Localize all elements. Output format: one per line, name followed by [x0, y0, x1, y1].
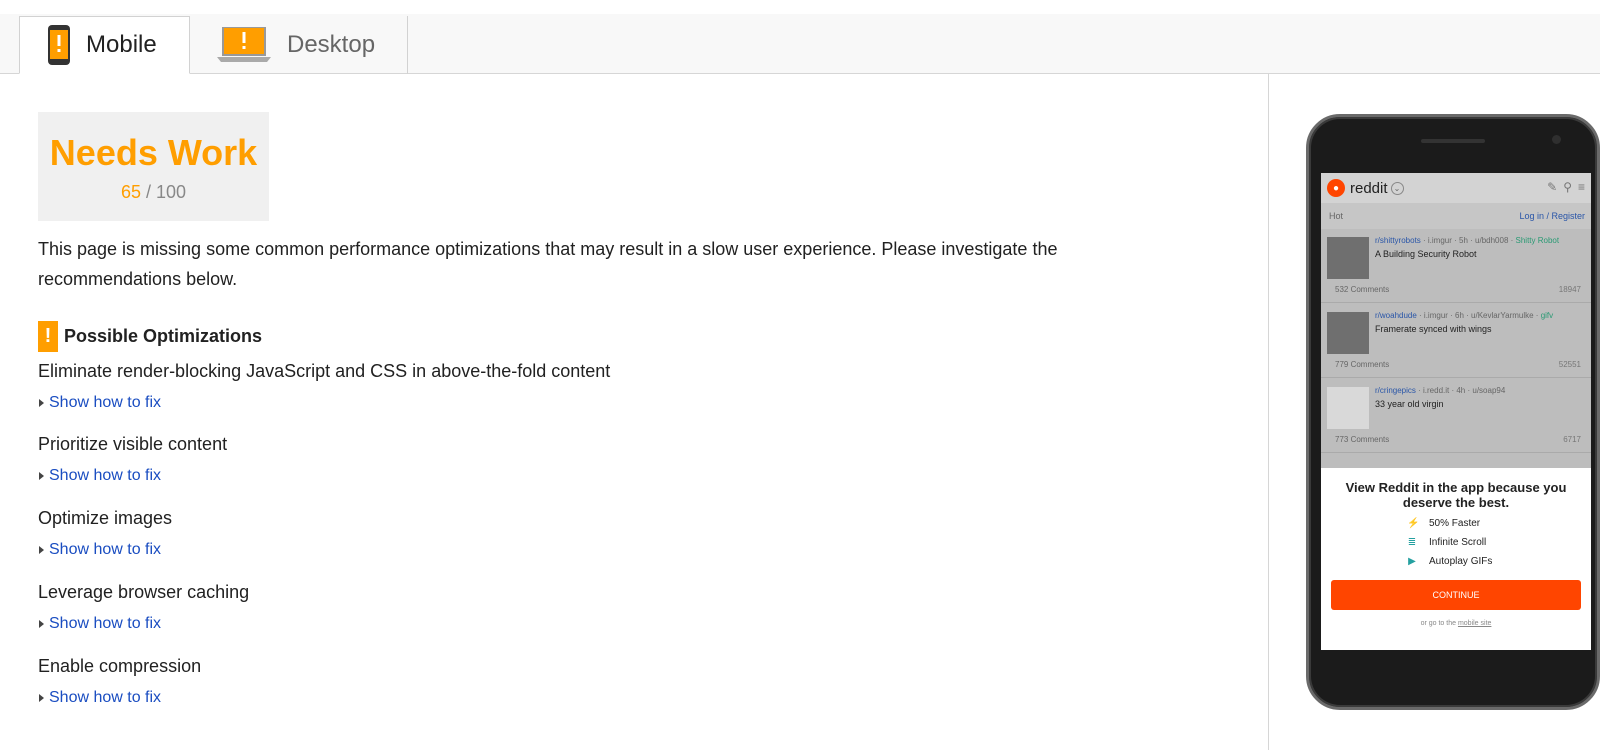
tab-desktop-label: Desktop: [287, 31, 376, 58]
post-thumbnail: [1327, 237, 1369, 279]
link-label: Show how to fix: [49, 394, 162, 411]
app-promo: View Reddit in the app because you deser…: [1321, 468, 1591, 650]
reddit-post: r/cringepics · i.redd.it · 4h · u/soap94…: [1321, 379, 1591, 453]
goto-mobile-site: or go to the mobile site: [1420, 620, 1492, 627]
reddit-name: reddit: [1350, 179, 1388, 197]
post-thumbnail: [1327, 387, 1369, 429]
post-comments: 532 Comments: [1335, 285, 1390, 294]
play-icon: ▶: [1408, 556, 1416, 567]
phone-screen: ● reddit ⌄ ✎ ⚲ ≡ Hot Log in / Register r…: [1321, 173, 1591, 650]
section-header: ! Possible Optimizations: [38, 321, 262, 352]
show-how-to-fix-link[interactable]: Show how to fix: [39, 689, 161, 707]
chevron-down-icon: ⌄: [1390, 181, 1404, 195]
phone-camera: [1552, 135, 1561, 144]
link-label: Show how to fix: [49, 541, 162, 558]
device-tabbar: Mobile Desktop: [0, 14, 1600, 74]
menu-icon: ≡: [1577, 180, 1585, 194]
expand-triangle-icon: [39, 472, 44, 480]
post-comments: 779 Comments: [1335, 360, 1390, 369]
post-meta: r/woahdude · i.imgur · 6h · u/KevlarYarm…: [1375, 311, 1554, 320]
bolt-icon: ⚡: [1407, 518, 1420, 529]
laptop-icon: [217, 27, 271, 62]
score-max: 100: [156, 182, 187, 202]
link-label: Show how to fix: [49, 467, 162, 484]
reddit-header-icons: ✎ ⚲ ≡: [1547, 180, 1585, 194]
promo-heading: View Reddit in the app because you deser…: [1345, 480, 1567, 510]
continue-button[interactable]: CONTINUE: [1331, 580, 1581, 610]
mobile-site-link[interactable]: mobile site: [1458, 620, 1491, 627]
warning-icon: !: [38, 321, 58, 352]
show-how-to-fix-link[interactable]: Show how to fix: [39, 394, 161, 412]
section-title: Possible Optimizations: [64, 326, 263, 346]
score-description: This page is missing some common perform…: [38, 239, 1058, 289]
phone-speaker: [1421, 139, 1485, 143]
link-label: Show how to fix: [49, 689, 162, 706]
expand-triangle-icon: [39, 399, 44, 407]
feature-item: ▶ Autoplay GIFs: [1408, 556, 1493, 567]
link-label: Show how to fix: [49, 615, 162, 632]
search-icon: ⚲: [1563, 180, 1572, 194]
phone-preview: ● reddit ⌄ ✎ ⚲ ≡ Hot Log in / Register r…: [1306, 114, 1600, 710]
post-votes: 18947: [1558, 285, 1581, 294]
show-how-to-fix-link[interactable]: Show how to fix: [39, 615, 161, 633]
score-box: Needs Work 65 / 100: [38, 112, 269, 221]
login-link: Log in / Register: [1519, 211, 1585, 221]
score-numbers: 65 / 100: [38, 182, 269, 203]
show-how-to-fix-link[interactable]: Show how to fix: [39, 467, 161, 485]
show-how-to-fix-link[interactable]: Show how to fix: [39, 541, 161, 559]
post-title: 33 year old virgin: [1375, 399, 1444, 409]
optimization-title: Prioritize visible content: [38, 434, 228, 454]
post-votes: 52551: [1558, 360, 1581, 369]
optimization-title: Optimize images: [38, 508, 173, 528]
reddit-logo-icon: ●: [1327, 179, 1345, 197]
feature-item: ≣ Infinite Scroll: [1407, 537, 1487, 548]
pencil-icon: ✎: [1547, 180, 1558, 194]
list-icon: ≣: [1407, 537, 1417, 548]
panel-divider: [1268, 74, 1269, 750]
tab-mobile-label: Mobile: [86, 31, 157, 58]
feature-item: ⚡ 50% Faster: [1407, 518, 1481, 529]
expand-triangle-icon: [39, 546, 44, 554]
post-title: Framerate synced with wings: [1375, 324, 1492, 334]
post-title: A Building Security Robot: [1375, 249, 1477, 259]
score-separator: /: [145, 182, 151, 202]
optimization-title: Enable compression: [38, 656, 202, 676]
post-thumbnail: [1327, 312, 1369, 354]
score-verdict: Needs Work: [49, 132, 258, 173]
post-meta: r/shittyrobots · i.imgur · 5h · u/bdh008…: [1375, 236, 1560, 245]
tab-desktop[interactable]: Desktop: [190, 16, 408, 74]
tab-mobile[interactable]: Mobile: [19, 16, 190, 74]
score-value: 65: [120, 182, 141, 202]
post-meta: r/cringepics · i.redd.it · 4h · u/soap94: [1375, 386, 1506, 395]
reddit-header: ● reddit ⌄ ✎ ⚲ ≡: [1321, 173, 1591, 203]
expand-triangle-icon: [39, 694, 44, 702]
expand-triangle-icon: [39, 620, 44, 628]
post-votes: 6717: [1563, 435, 1581, 444]
reddit-subbar: Hot Log in / Register: [1321, 203, 1591, 229]
reddit-post: r/woahdude · i.imgur · 6h · u/KevlarYarm…: [1321, 304, 1591, 378]
post-comments: 773 Comments: [1335, 435, 1390, 444]
optimization-title: Leverage browser caching: [38, 582, 250, 602]
sort-hot: Hot: [1329, 211, 1344, 221]
optimization-title: Eliminate render-blocking JavaScript and…: [38, 361, 611, 381]
mobile-phone-icon: [48, 25, 70, 65]
reddit-post: r/shittyrobots · i.imgur · 5h · u/bdh008…: [1321, 229, 1591, 303]
